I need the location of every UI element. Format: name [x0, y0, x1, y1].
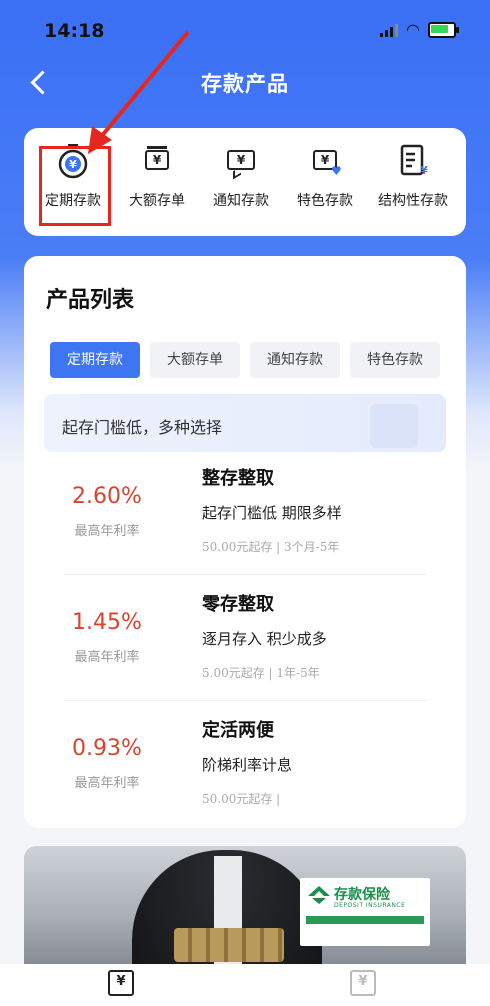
product-meta: 50.00元起存 | 3个月-5年	[202, 540, 340, 554]
tab-special-deposit[interactable]: 特色存款	[350, 342, 440, 378]
category-notice-deposit[interactable]: ¥ 通知存款	[198, 142, 284, 210]
yuan-icon[interactable]: ¥	[350, 970, 376, 996]
tab-fixed-deposit[interactable]: 定期存款	[50, 342, 140, 378]
insurance-card: 存款保险 DEPOSIT INSURANCE	[300, 878, 430, 946]
product-name: 零存整取	[202, 594, 274, 615]
insurance-title: 存款保险	[334, 887, 390, 903]
product-rate-label: 最高年利率	[74, 524, 140, 539]
section-title: 产品列表	[46, 288, 135, 313]
product-description: 阶梯利率计息	[202, 756, 293, 774]
product-rate-label: 最高年利率	[74, 650, 140, 665]
product-name: 定活两便	[202, 720, 274, 741]
promo-text: 起存门槛低，多种选择	[62, 418, 223, 437]
product-description: 起存门槛低 期限多样	[202, 504, 342, 522]
wifi-icon: ◠	[406, 20, 420, 39]
deposit-insurance-banner[interactable]: 存款保险 DEPOSIT INSURANCE	[24, 846, 466, 966]
product-item[interactable]: 2.60% 最高年利率 整存整取 起存门槛低 期限多样 50.00元起存 | 3…	[44, 454, 446, 580]
list-yuan-icon: ¥	[393, 142, 433, 182]
category-special-deposit[interactable]: ¥ ♥ 特色存款	[282, 142, 368, 210]
deposit-insurance-logo-icon	[308, 886, 330, 904]
promo-banner: 起存门槛低，多种选择	[44, 394, 446, 452]
insurance-notice-bar	[306, 916, 424, 924]
product-item[interactable]: 1.45% 最高年利率 零存整取 逐月存入 积少成多 5.00元起存 | 1年-…	[44, 580, 446, 706]
yuan-transfer-icon[interactable]: ¥	[108, 970, 134, 996]
product-item[interactable]: 0.93% 最高年利率 定活两便 阶梯利率计息 50.00元起存 |	[44, 706, 446, 832]
tab-notice-deposit[interactable]: 通知存款	[250, 342, 340, 378]
heart-yuan-icon: ¥ ♥	[305, 142, 345, 182]
product-rate: 1.45%	[72, 610, 142, 635]
product-rate: 0.93%	[72, 736, 142, 761]
product-rate-label: 最高年利率	[74, 776, 140, 791]
product-name: 整存整取	[202, 468, 274, 489]
svg-text:¥: ¥	[420, 164, 428, 177]
product-description: 逐月存入 积少成多	[202, 630, 327, 648]
insurance-subtitle: DEPOSIT INSURANCE	[334, 902, 406, 909]
divider	[64, 700, 426, 701]
signal-icon	[380, 23, 399, 37]
divider	[64, 574, 426, 575]
battery-icon	[428, 22, 459, 38]
category-label: 大额存单	[129, 193, 185, 209]
shield-decoration-icon	[370, 404, 418, 448]
product-meta: 50.00元起存 |	[202, 792, 281, 806]
annotation-arrow-icon	[88, 30, 190, 154]
product-rate: 2.60%	[72, 484, 142, 509]
message-yuan-icon: ¥	[221, 142, 261, 182]
product-meta: 5.00元起存 | 1年-5年	[202, 666, 320, 680]
category-label: 通知存款	[213, 193, 269, 209]
status-icons: ◠	[380, 20, 459, 39]
category-label: 结构性存款	[378, 193, 448, 209]
bottom-tab-bar: ¥ ¥	[0, 964, 490, 1006]
coins-image	[174, 928, 284, 962]
category-label: 特色存款	[297, 193, 353, 209]
category-structured-deposit[interactable]: ¥ 结构性存款	[370, 142, 456, 210]
product-list-card: 产品列表 定期存款 大额存单 通知存款 特色存款 起存门槛低，多种选择 2.60…	[24, 256, 466, 828]
tab-large-deposit[interactable]: 大额存单	[150, 342, 240, 378]
